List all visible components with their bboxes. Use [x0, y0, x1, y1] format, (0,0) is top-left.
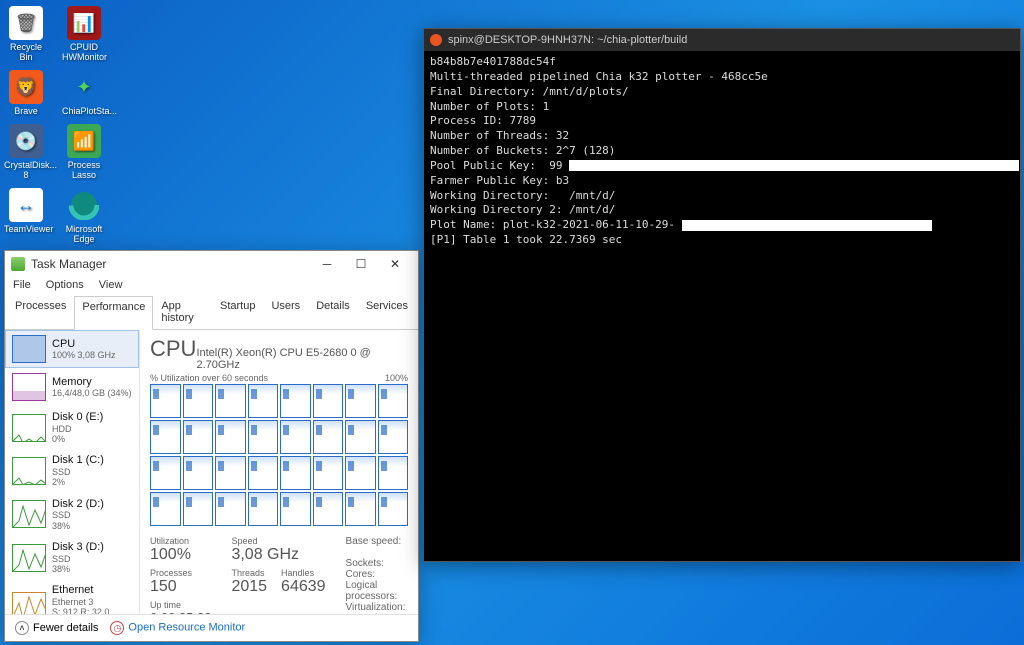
resmon-icon: ◷ — [110, 621, 124, 635]
stat-threads-value: 2015 — [231, 578, 267, 596]
close-button[interactable]: ✕ — [378, 253, 412, 275]
cpu-core-0 — [150, 384, 181, 418]
cpu-core-17 — [183, 456, 214, 490]
tm-menu-bar: File Options View — [5, 277, 418, 293]
tab-startup[interactable]: Startup — [212, 295, 263, 329]
open-resmon-link[interactable]: ◷Open Resource Monitor — [110, 621, 245, 635]
cpu-core-24 — [150, 492, 181, 526]
terminal-title-text: spinx@DESKTOP-9HNH37N: ~/chia-plotter/bu… — [448, 34, 687, 46]
cpu-core-14 — [345, 420, 376, 454]
cpu-core-1 — [183, 384, 214, 418]
cpu-core-13 — [313, 420, 344, 454]
cpu-model: Intel(R) Xeon(R) CPU E5-2680 0 @ 2.70GHz — [196, 347, 408, 371]
chevron-up-icon: ˄ — [15, 621, 29, 635]
stat-util-label: Utilization — [150, 536, 211, 546]
tm-sidebar: CPU100% 3,08 GHzMemory16,4/48,0 GB (34%)… — [5, 330, 140, 614]
icon-process-lasso[interactable]: 📶Process Lasso — [62, 124, 106, 180]
cpu-heading: CPU — [150, 336, 196, 362]
sidebar-item-disk-4[interactable]: Disk 2 (D:)SSD38% — [5, 493, 139, 536]
cpu-core-4 — [280, 384, 311, 418]
cpu-core-16 — [150, 456, 181, 490]
icon-crystaldisk[interactable]: 💿CrystalDisk... 8 — [4, 124, 48, 180]
cpu-core-6 — [345, 384, 376, 418]
tm-footer: ˄Fewer details ◷Open Resource Monitor — [5, 614, 418, 641]
stat-uptime-label: Up time — [150, 600, 211, 610]
icon-teamviewer[interactable]: ↔TeamViewer — [4, 188, 48, 244]
util-label: % Utilization over 60 seconds — [150, 373, 268, 383]
tab-users[interactable]: Users — [263, 295, 308, 329]
minimize-button[interactable]: ─ — [310, 253, 344, 275]
menu-file[interactable]: File — [13, 279, 31, 291]
cpu-core-19 — [248, 456, 279, 490]
cpu-spec-table: Base speed:2,70 GHzSockets:2Cores:16Logi… — [346, 536, 418, 614]
tab-processes[interactable]: Processes — [7, 295, 74, 329]
redacted-plot-name — [682, 220, 932, 231]
stat-proc-label: Processes — [150, 568, 211, 578]
cpu-core-3 — [248, 384, 279, 418]
tm-main: CPU Intel(R) Xeon(R) CPU E5-2680 0 @ 2.7… — [140, 330, 418, 614]
cpu-core-grid[interactable] — [150, 384, 408, 526]
stat-handles-label: Handles — [281, 568, 326, 578]
cpu-core-5 — [313, 384, 344, 418]
redacted-pool-key — [569, 160, 1019, 171]
sidebar-item-disk-5[interactable]: Disk 3 (D:)SSD38% — [5, 536, 139, 579]
cpu-core-31 — [378, 492, 409, 526]
cpu-core-30 — [345, 492, 376, 526]
cpu-core-29 — [313, 492, 344, 526]
task-manager-window: Task Manager ─ ☐ ✕ File Options View Pro… — [4, 250, 419, 642]
cpu-core-22 — [345, 456, 376, 490]
sidebar-item-disk-2[interactable]: Disk 0 (E:)HDD0% — [5, 406, 139, 449]
sidebar-item-eth-6[interactable]: EthernetEthernet 3S: 912 R: 32,0 Kbps — [5, 579, 139, 614]
desktop: 🗑Recycle Bin 📊CPUID HWMonitor 🦁Brave ✦Ch… — [4, 6, 106, 252]
cpu-core-12 — [280, 420, 311, 454]
ubuntu-icon — [430, 34, 442, 46]
cpu-core-15 — [378, 420, 409, 454]
tab-services[interactable]: Services — [358, 295, 416, 329]
sidebar-item-cpu-0[interactable]: CPU100% 3,08 GHz — [5, 330, 139, 368]
stat-util-value: 100% — [150, 546, 211, 564]
cpu-core-7 — [378, 384, 409, 418]
tm-titlebar[interactable]: Task Manager ─ ☐ ✕ — [5, 251, 418, 277]
sidebar-item-disk-3[interactable]: Disk 1 (C:)SSD2% — [5, 449, 139, 492]
icon-chiaplot[interactable]: ✦ChiaPlotSta... — [62, 70, 106, 116]
cpu-core-2 — [215, 384, 246, 418]
icon-edge[interactable]: Microsoft Edge — [62, 188, 106, 244]
util-right: 100% — [385, 373, 408, 383]
menu-options[interactable]: Options — [46, 279, 84, 291]
cpu-core-9 — [183, 420, 214, 454]
tab-details[interactable]: Details — [308, 295, 358, 329]
cpu-core-11 — [248, 420, 279, 454]
terminal-body[interactable]: b84b8b7e401788dc54f Multi-threaded pipel… — [424, 51, 1020, 252]
tm-title-text: Task Manager — [31, 257, 106, 271]
cpu-core-10 — [215, 420, 246, 454]
icon-hwmonitor[interactable]: 📊CPUID HWMonitor — [62, 6, 106, 62]
stat-speed-label: Speed — [231, 536, 325, 546]
terminal-titlebar[interactable]: spinx@DESKTOP-9HNH37N: ~/chia-plotter/bu… — [424, 29, 1020, 51]
tab-app-history[interactable]: App history — [153, 295, 212, 329]
icon-brave[interactable]: 🦁Brave — [4, 70, 48, 116]
cpu-core-25 — [183, 492, 214, 526]
terminal-window: spinx@DESKTOP-9HNH37N: ~/chia-plotter/bu… — [423, 28, 1021, 562]
menu-view[interactable]: View — [99, 279, 123, 291]
cpu-core-23 — [378, 456, 409, 490]
cpu-core-20 — [280, 456, 311, 490]
stat-threads-label: Threads — [231, 568, 267, 578]
sidebar-item-mem-1[interactable]: Memory16,4/48,0 GB (34%) — [5, 368, 139, 406]
cpu-core-18 — [215, 456, 246, 490]
cpu-core-8 — [150, 420, 181, 454]
cpu-core-28 — [280, 492, 311, 526]
cpu-core-27 — [248, 492, 279, 526]
maximize-button[interactable]: ☐ — [344, 253, 378, 275]
tm-icon — [11, 257, 25, 271]
stat-handles-value: 64639 — [281, 578, 326, 596]
cpu-core-21 — [313, 456, 344, 490]
cpu-core-26 — [215, 492, 246, 526]
stat-proc-value: 150 — [150, 578, 211, 596]
tab-performance[interactable]: Performance — [74, 296, 153, 330]
stat-speed-value: 3,08 GHz — [231, 546, 325, 564]
icon-recycle-bin[interactable]: 🗑Recycle Bin — [4, 6, 48, 62]
fewer-details-button[interactable]: ˄Fewer details — [15, 621, 98, 635]
tm-tabs: Processes Performance App history Startu… — [5, 295, 418, 330]
